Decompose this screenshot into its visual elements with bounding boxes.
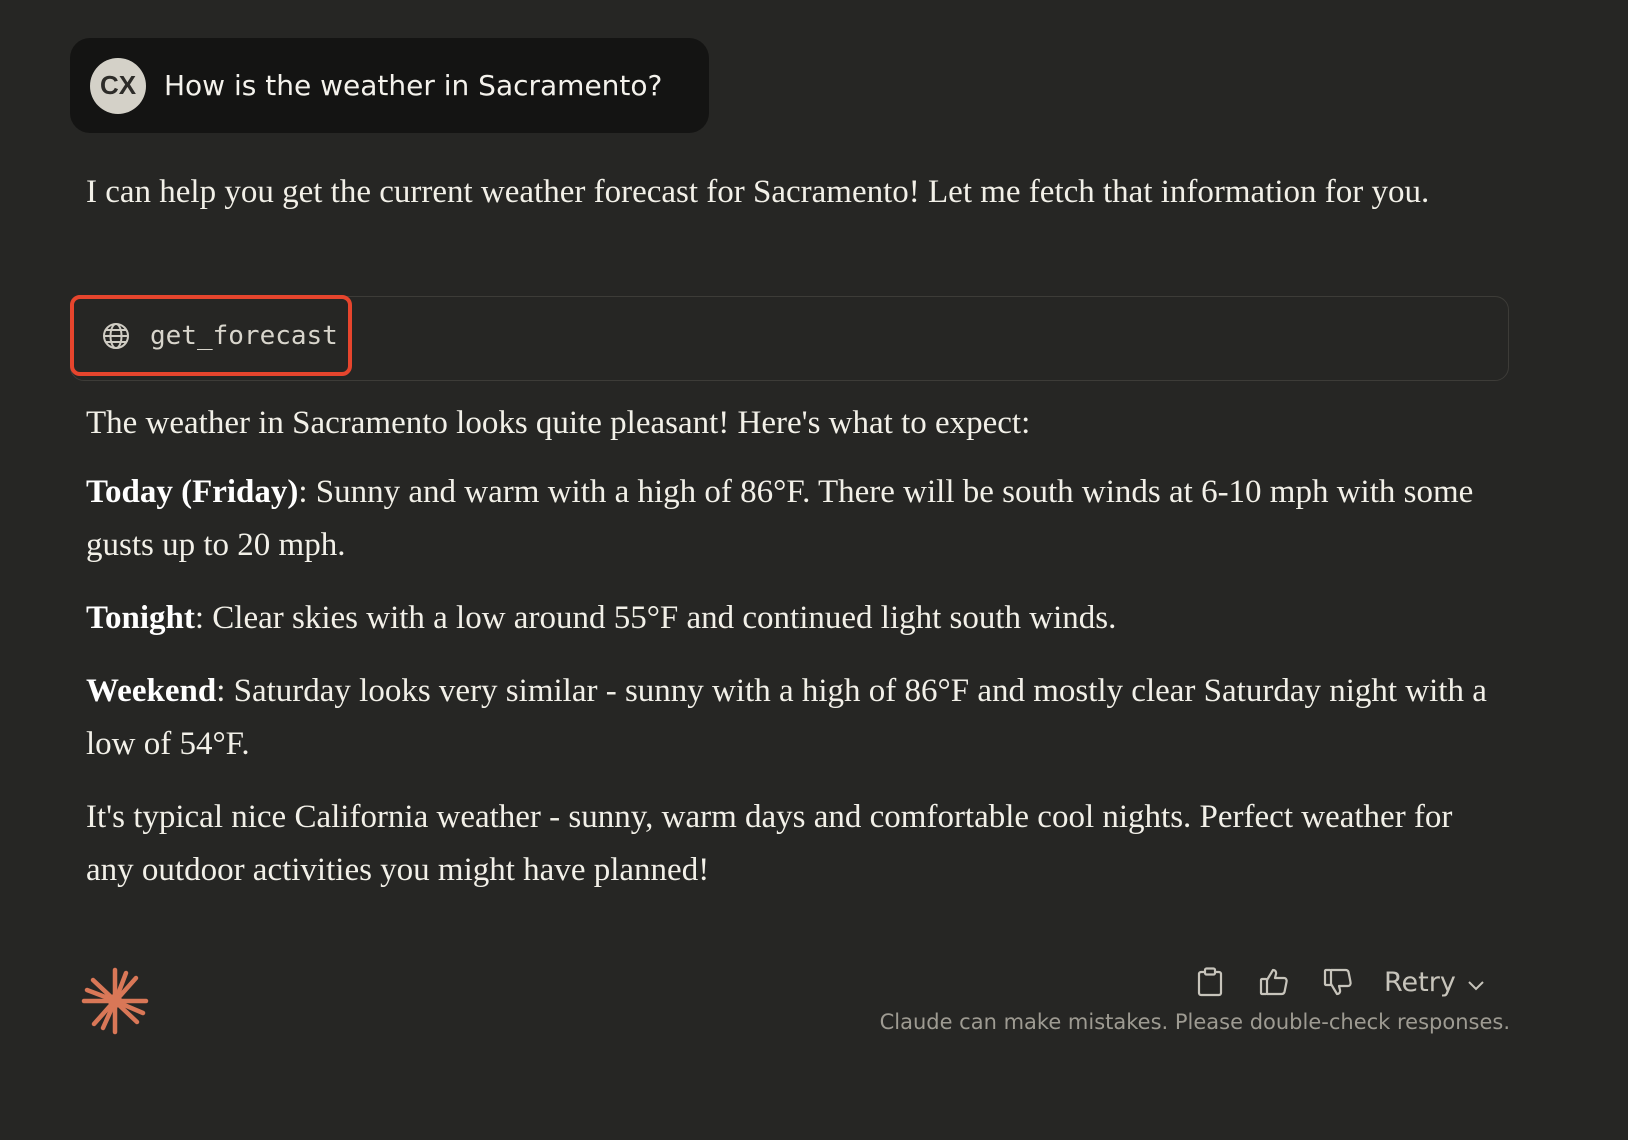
retry-button[interactable]: Retry [1384, 967, 1484, 998]
forecast-weekend-text: : Saturday looks very similar - sunny wi… [86, 673, 1487, 762]
clipboard-icon[interactable] [1190, 962, 1230, 1002]
tool-name: get_forecast [150, 320, 338, 351]
forecast-today-label: Today (Friday) [86, 474, 299, 510]
claude-spark-icon [80, 966, 150, 1036]
forecast-today: Today (Friday): Sunny and warm with a hi… [86, 466, 1506, 572]
forecast-weekend-label: Weekend [86, 673, 217, 709]
closing-text: It's typical nice California weather - s… [86, 799, 1453, 888]
user-message-text: How is the weather in Sacramento? [164, 69, 663, 102]
chevron-down-icon [1456, 967, 1484, 998]
message-actions: Retry [1190, 960, 1484, 1004]
forecast-tonight-text: : Clear skies with a low around 55°F and… [194, 600, 1117, 636]
avatar[interactable]: CX [90, 57, 146, 114]
disclaimer-text: Claude can make mistakes. Please double-… [879, 1010, 1510, 1034]
user-message: CX How is the weather in Sacramento? [70, 38, 709, 133]
weather-summary: The weather in Sacramento looks quite pl… [86, 405, 1031, 441]
thumbs-up-icon[interactable] [1254, 962, 1294, 1002]
retry-label: Retry [1384, 966, 1456, 998]
tool-call-button[interactable]: get_forecast [70, 295, 352, 376]
forecast-tonight-label: Tonight [86, 600, 195, 636]
thumbs-down-icon[interactable] [1318, 962, 1358, 1002]
assistant-intro-text: I can help you get the current weather f… [86, 174, 1430, 210]
forecast-tonight: Tonight: Clear skies with a low around 5… [86, 592, 1506, 645]
forecast-weekend: Weekend: Saturday looks very similar - s… [86, 665, 1506, 771]
globe-icon [102, 322, 130, 350]
